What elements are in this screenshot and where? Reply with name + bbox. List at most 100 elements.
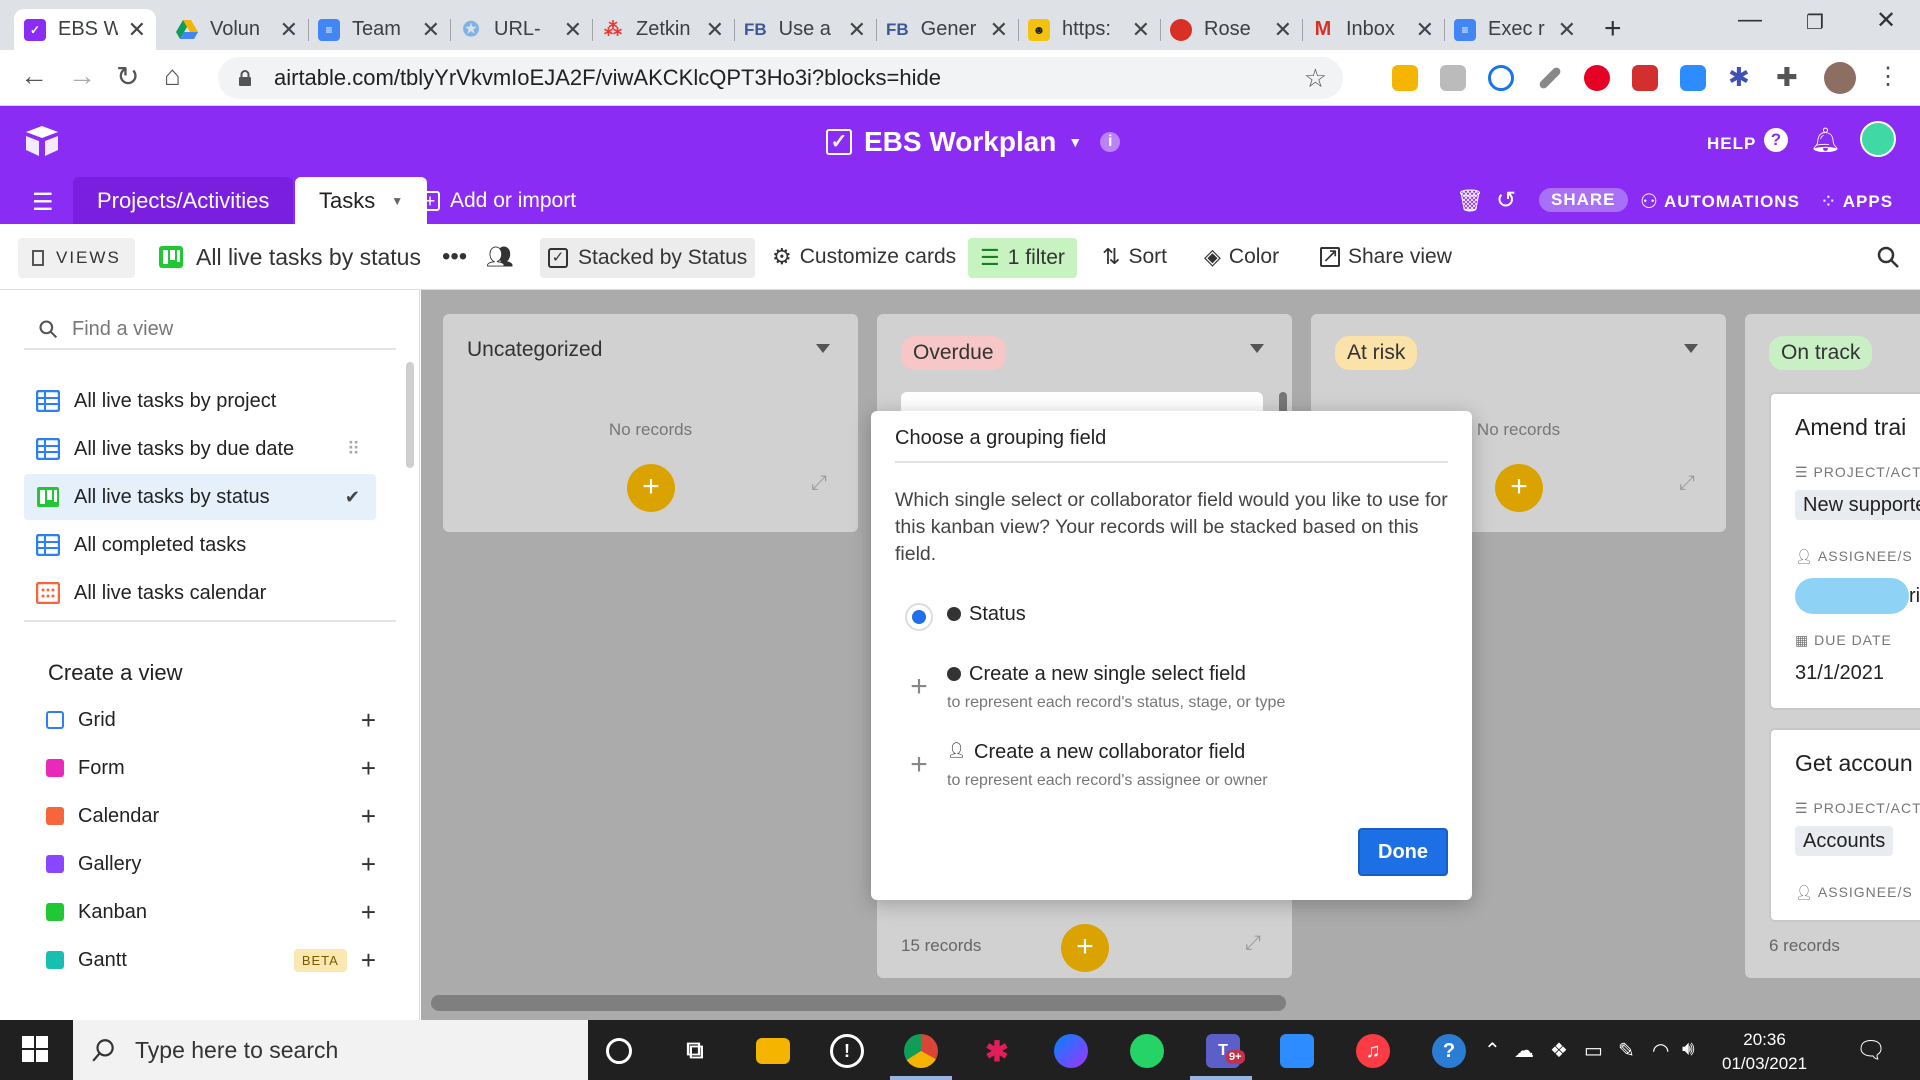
google-drive-ext-icon[interactable] — [1392, 65, 1418, 91]
views-toggle-button[interactable]: VIEWS — [18, 238, 135, 278]
add-record-button[interactable]: + — [1495, 464, 1543, 512]
browser-tab[interactable]: ☻ https: ✕ — [1018, 9, 1161, 50]
help-icon[interactable]: ? — [1764, 128, 1788, 152]
apps-button[interactable]: ⁘ APPS — [1820, 189, 1893, 214]
record-card[interactable]: Amend trai ☰ PROJECT/ACT New supporte 👤︎… — [1769, 392, 1920, 710]
done-button[interactable]: Done — [1358, 828, 1448, 876]
teams-icon[interactable]: T 9+ — [1206, 1034, 1245, 1068]
windows-start-icon[interactable] — [22, 1036, 48, 1062]
snowflake-ext-icon[interactable]: ✱ — [1728, 62, 1754, 92]
linked-record-chip[interactable]: New supporte — [1795, 490, 1920, 520]
help-app-icon[interactable]: ? — [1432, 1034, 1466, 1068]
search-icon[interactable] — [1868, 238, 1908, 276]
task-view-icon[interactable]: ⧉ — [678, 1034, 712, 1068]
chrome-menu-icon[interactable]: ⋮ — [1876, 62, 1902, 90]
zoom-icon[interactable] — [1280, 1034, 1314, 1068]
create-gallery-button[interactable]: Gallery + — [46, 844, 376, 884]
chrome-icon[interactable] — [904, 1034, 938, 1068]
slack-icon[interactable]: ✱ — [980, 1034, 1014, 1068]
battery-icon[interactable]: ▭ — [1584, 1038, 1603, 1063]
close-icon[interactable]: ✕ — [1132, 17, 1150, 43]
forward-icon[interactable]: → — [68, 60, 96, 92]
chevron-down-icon[interactable] — [816, 344, 830, 353]
browser-tab[interactable]: Rose ✕ — [1160, 9, 1303, 50]
customize-cards-button[interactable]: ⚙ Customize cards — [764, 238, 964, 276]
radio-button-selected[interactable] — [905, 603, 933, 631]
avatar[interactable] — [1860, 121, 1896, 157]
browser-tab[interactable]: ≡ Team ✕ — [308, 9, 451, 50]
taskbar-search-input[interactable]: Type here to search — [73, 1020, 588, 1080]
linked-record-chip[interactable]: Accounts — [1795, 826, 1894, 856]
add-record-button[interactable]: + — [1061, 924, 1109, 972]
current-view-name[interactable]: All live tasks by status — [150, 238, 429, 276]
help-label[interactable]: HELP — [1707, 134, 1756, 154]
notifications-icon[interactable]: 🗨︎ — [1856, 1036, 1886, 1065]
browser-tab[interactable]: ✓ EBS W ✕ — [14, 9, 156, 50]
close-icon[interactable]: ✕ — [1558, 17, 1576, 43]
cortana-icon[interactable] — [606, 1038, 632, 1064]
whatsapp-icon[interactable] — [1130, 1034, 1164, 1068]
add-record-button[interactable]: + — [627, 464, 675, 512]
browser-tab[interactable]: M Inbox ✕ — [1302, 9, 1445, 50]
onedrive-icon[interactable]: ☁ — [1514, 1038, 1534, 1063]
wifi-icon[interactable]: ◠ — [1652, 1038, 1669, 1063]
volume-icon[interactable]: 🔊︎ — [1682, 1038, 1695, 1061]
sidebar-view-item-selected[interactable]: All live tasks by status ✔ — [24, 474, 376, 520]
chevron-up-icon[interactable]: ⌃ — [1484, 1038, 1501, 1063]
drag-handle-icon[interactable]: ⠿ — [347, 439, 360, 460]
chevron-down-icon[interactable] — [1684, 344, 1698, 353]
close-icon[interactable]: ✕ — [706, 17, 724, 43]
create-collaborator-option[interactable]: + 👤︎ Create a new collaborator field to r… — [905, 741, 1267, 790]
browser-tab[interactable]: ≡ Exec r ✕ — [1444, 9, 1586, 50]
share-view-button[interactable]: ↗ Share view — [1312, 238, 1460, 276]
trash-icon[interactable]: 🗑︎ — [1456, 188, 1484, 214]
airtable-logo-icon[interactable] — [22, 124, 62, 158]
browser-tab[interactable]: ⁂ Zetkin ✕ — [592, 9, 735, 50]
hamburger-menu-icon[interactable]: ☰ — [32, 188, 54, 217]
dropbox-ext-icon[interactable] — [1440, 65, 1466, 91]
address-bar[interactable]: airtable.com/tblyYrVkvmIoEJA2F/viwAKCKlc… — [218, 57, 1343, 99]
sidebar-view-item[interactable]: All live tasks by due date ⠿ — [24, 426, 376, 472]
home-icon[interactable]: ⌂ — [164, 60, 181, 92]
create-calendar-button[interactable]: Calendar + — [46, 796, 376, 836]
chevron-down-icon[interactable] — [1250, 344, 1264, 353]
puzzle-extensions-icon[interactable]: ✚ — [1776, 62, 1802, 92]
add-or-import-button[interactable]: + Add or import — [420, 189, 576, 213]
browser-tab[interactable]: FB Use a ✕ — [734, 9, 877, 50]
reload-icon[interactable]: ↻ — [116, 60, 139, 93]
create-form-button[interactable]: Form + — [46, 748, 376, 788]
create-kanban-button[interactable]: Kanban + — [46, 892, 376, 932]
color-button[interactable]: ◈ Color — [1196, 238, 1287, 276]
tab-projects-activities[interactable]: Projects/Activities — [73, 177, 294, 224]
onepassword-ext-icon[interactable] — [1488, 65, 1514, 91]
expand-icon[interactable]: ⤢ — [1245, 932, 1261, 955]
back-icon[interactable]: ← — [20, 60, 48, 92]
browser-tab[interactable]: FB Gener ✕ — [876, 9, 1019, 50]
onepassword-icon[interactable]: ! — [830, 1034, 864, 1068]
history-icon[interactable]: ↺ — [1496, 186, 1516, 215]
recorder-ext-icon[interactable] — [1632, 65, 1658, 91]
bookmark-star-icon[interactable]: ☆ — [1304, 63, 1327, 94]
info-icon[interactable]: i — [1100, 132, 1121, 152]
minimize-icon[interactable]: — — [1738, 6, 1762, 34]
close-icon[interactable]: ✕ — [422, 17, 440, 43]
view-more-icon[interactable]: ••• — [434, 238, 475, 276]
grouping-option-status[interactable]: Status — [905, 603, 1026, 631]
dropbox-icon[interactable]: ❖ — [1550, 1038, 1568, 1063]
close-icon[interactable]: ✕ — [564, 17, 582, 43]
create-grid-button[interactable]: Grid + — [46, 700, 376, 740]
close-icon[interactable]: ✕ — [128, 17, 146, 43]
expand-icon[interactable]: ⤢ — [811, 472, 827, 495]
automations-button[interactable]: ⚇ AUTOMATIONS — [1640, 189, 1800, 214]
zoom-ext-icon[interactable] — [1680, 65, 1706, 91]
create-single-select-option[interactable]: + Create a new single select field to re… — [905, 663, 1285, 712]
file-explorer-icon[interactable] — [756, 1038, 790, 1064]
sidebar-view-item[interactable]: All live tasks calendar — [24, 570, 376, 616]
sidebar-scrollbar[interactable] — [406, 362, 414, 468]
browser-tab[interactable]: ✪ URL- ✕ — [450, 9, 593, 50]
restore-icon[interactable]: ❐ — [1806, 10, 1824, 35]
expand-icon[interactable]: ⤢ — [1679, 472, 1695, 495]
sidebar-view-item[interactable]: All completed tasks — [24, 522, 376, 568]
create-gantt-button[interactable]: Gantt BETA + — [46, 940, 376, 980]
find-view-input[interactable]: Find a view — [24, 310, 396, 350]
